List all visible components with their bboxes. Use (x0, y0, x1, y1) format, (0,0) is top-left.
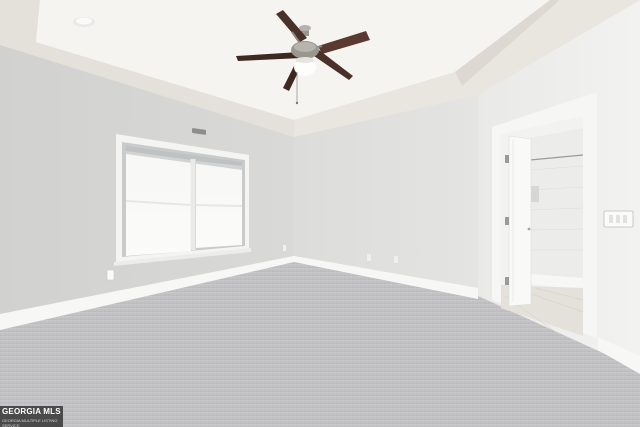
room-photo: GEORGIA MLS GEORGIA MULTIPLE LISTING SER… (0, 0, 640, 427)
watermark-brand: GEORGIA MLS (2, 407, 61, 416)
room-illustration (0, 0, 640, 427)
outlet-left-wall (106, 269, 115, 281)
mls-watermark-logo: GEORGIA MLS GEORGIA MULTIPLE LISTING SER… (0, 406, 63, 427)
smoke-detector (73, 17, 95, 27)
outlet-back-wall-2 (394, 256, 398, 263)
outlet-back-wall-1 (367, 254, 371, 261)
outlet-corner (283, 245, 286, 251)
window (114, 134, 251, 266)
light-switch (603, 210, 634, 228)
doorway (492, 92, 597, 338)
watermark-tagline: GEORGIA MULTIPLE LISTING SERVICE (2, 418, 58, 427)
